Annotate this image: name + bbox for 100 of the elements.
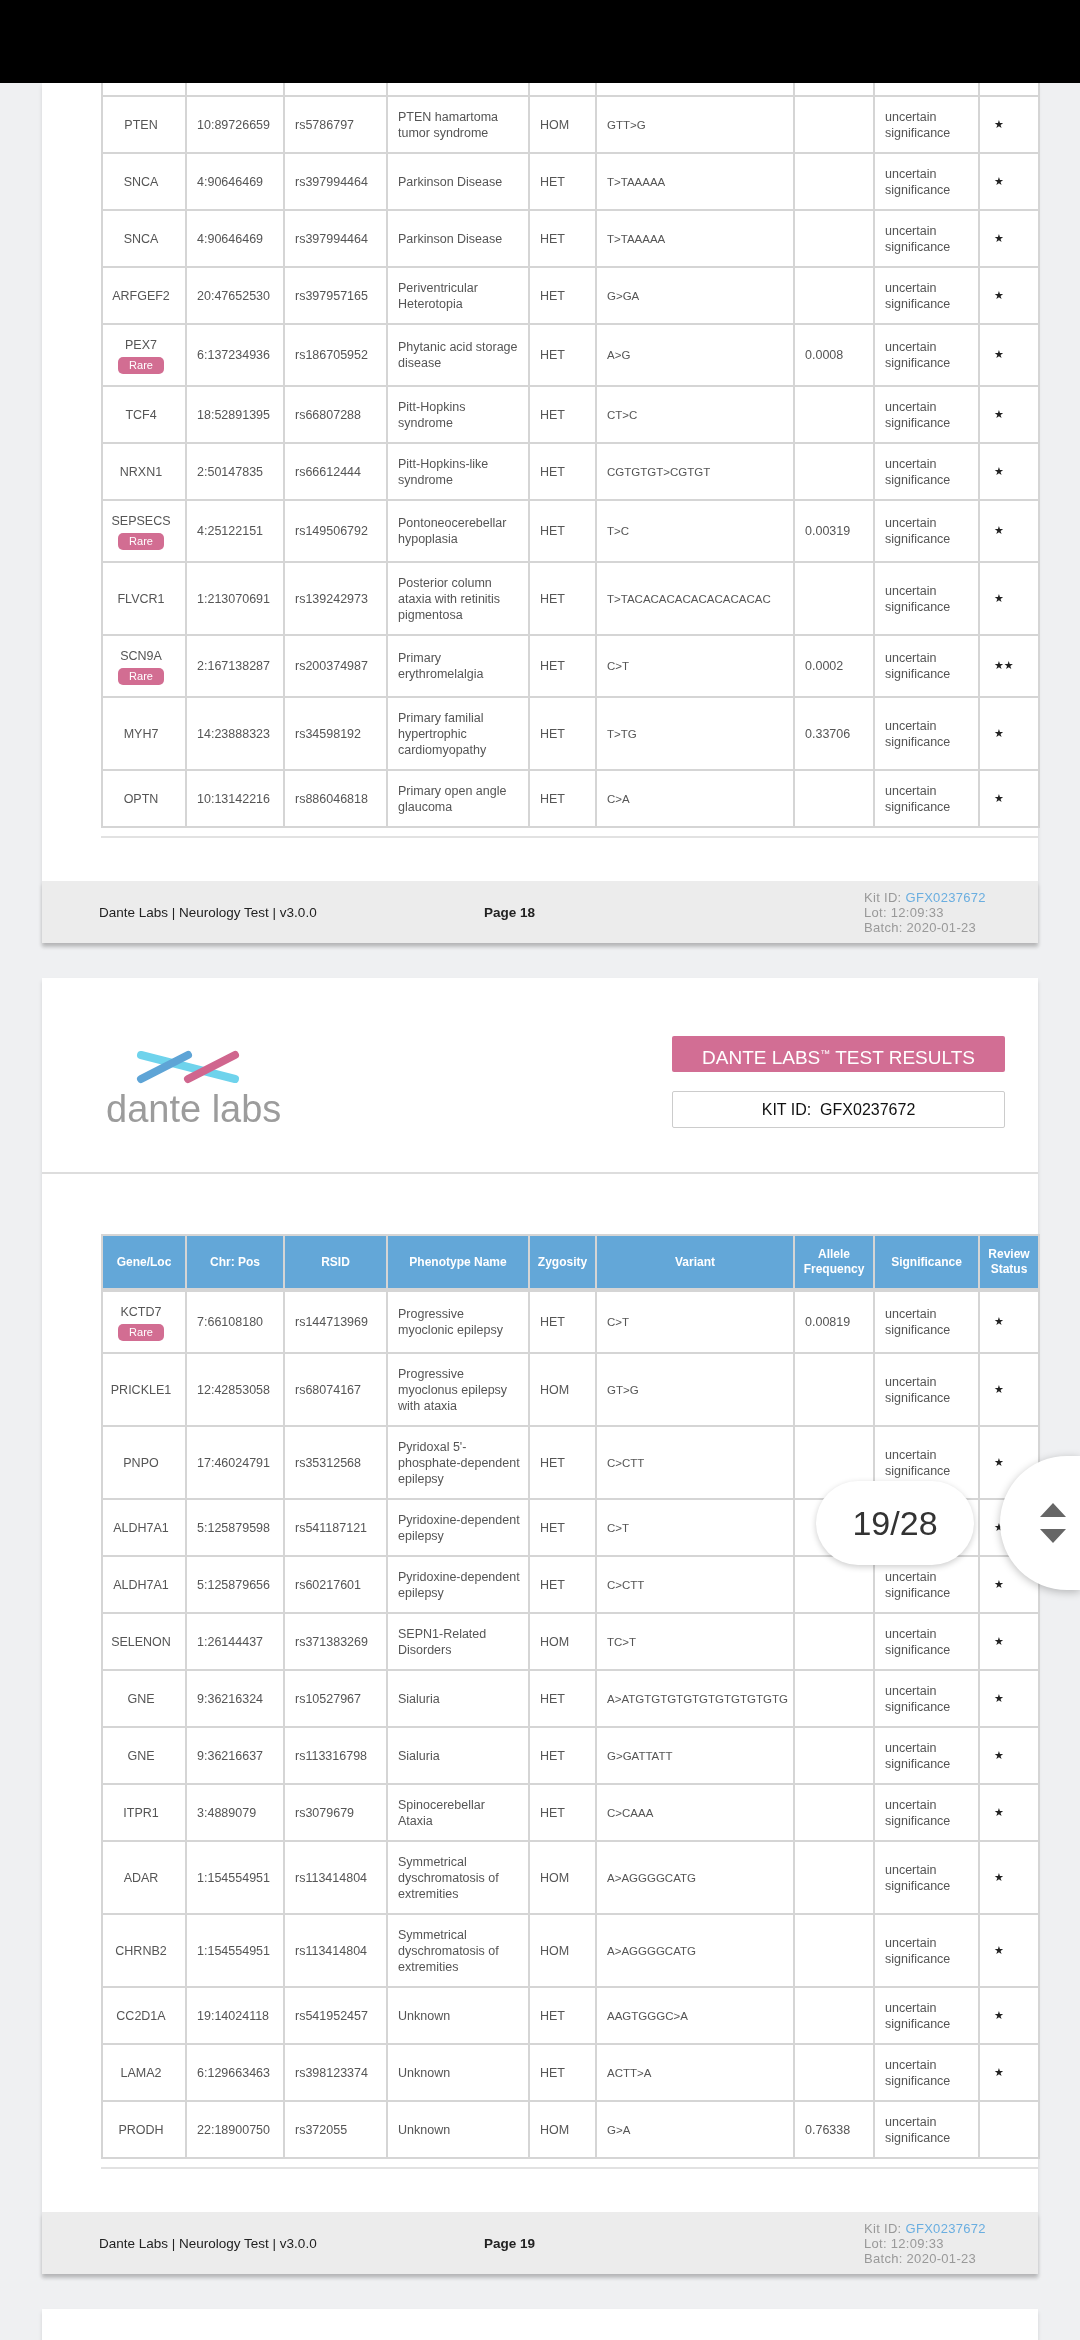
table-cell: 5:125879656 [186,1556,284,1613]
table-cell: uncertain significance [874,500,979,562]
table-cell: ★ [979,1987,1039,2044]
table-cell: Phytanic acid storage disease [387,324,529,386]
table-cell: ★ [979,153,1039,210]
table-cell: HET [529,267,596,324]
table-cell: rs371383269 [284,1613,387,1670]
table-cell: ★ [979,324,1039,386]
table-cell: HET [529,1987,596,2044]
table-cell: GT>G [596,1353,794,1426]
table-cell: T>TACACACACACACACACAC [596,562,794,635]
table-cell: ★ [979,1727,1039,1784]
table-cell: ★ [979,1353,1039,1426]
table-cell: ACTT>A [596,2044,794,2101]
gene-name: ARFGEF2 [112,287,170,304]
gene-name: ALDH7A1 [113,1576,169,1593]
table-cell: ★ [979,562,1039,635]
table-cell: uncertain significance [874,770,979,827]
table-cell: 19:14024118 [186,1987,284,2044]
table-cell: HOM [529,1353,596,1426]
table-cell: uncertain significance [874,443,979,500]
table-cell: HET [529,1727,596,1784]
table-cell: 10:89726659 [186,96,284,153]
table-cell: rs34598192 [284,697,387,770]
gene-name: ALDH7A1 [113,1519,169,1536]
table-cell: rs68074167 [284,1353,387,1426]
table-cell: uncertain significance [874,1784,979,1841]
table-cell: Unknown [387,1987,529,2044]
gene-name: SNCA [123,173,159,190]
table-cell: ★ [979,697,1039,770]
table-cell: rs60217601 [284,1556,387,1613]
table-cell: uncertain significance [874,1613,979,1670]
table-cell: rs372055 [284,2101,387,2158]
table-cell: uncertain significance [874,153,979,210]
table-cell: Parkinson Disease [387,153,529,210]
table-cell: rs397957165 [284,267,387,324]
rare-badge: Rare [118,532,164,550]
kit-id-link[interactable]: GFX0237672 [905,2220,986,2236]
table-cell: rs144713969 [284,1290,387,1353]
table-cell: ★ [979,96,1039,153]
table-cell: 3:4889079 [186,1784,284,1841]
table-cell: ★ [979,2044,1039,2101]
table-cell: G>A [596,2101,794,2158]
table-cell: HOM [529,1613,596,1670]
table-cell: ★ [979,443,1039,500]
kit-id-box: KIT ID: GFX0237672 [672,1091,1005,1128]
table-cell: 5:125879598 [186,1499,284,1556]
table-cell: HET [529,1556,596,1613]
table-cell: ★ [979,500,1039,562]
table-cell: 4:25122151 [186,500,284,562]
page-indicator: 19/28 [816,1481,974,1565]
table-cell: CGTGTGT>CGTGT [596,443,794,500]
table-cell: uncertain significance [874,2044,979,2101]
table-cell: 1:26144437 [186,1613,284,1670]
table-cell: 12:42853058 [186,1353,284,1426]
table-cell: Symmetrical dyschromatosis of extremities [387,1914,529,1987]
table-cell: C>T [596,1499,794,1556]
table-cell: HET [529,1499,596,1556]
table-cell: 18:52891395 [186,386,284,443]
table-cell: C>CTT [596,1426,794,1499]
table-cell: rs113414804 [284,1914,387,1987]
table-cell: rs541187121 [284,1499,387,1556]
table-cell: ★ [979,386,1039,443]
kit-label: Kit ID: [864,2220,902,2236]
table-cell: 6:129663463 [186,2044,284,2101]
table-cell: Parkinson Disease [387,210,529,267]
table-cell: HET [529,1670,596,1727]
table-cell: ★ [979,770,1039,827]
table-cell: TC>T [596,1613,794,1670]
table-cell: Pyridoxal 5'-phosphate-dependent epilepsy [387,1426,529,1499]
gene-name: SEPSECS [111,512,171,529]
table-cell: rs3079679 [284,1784,387,1841]
table-cell: AAGTGGGC>A [596,1987,794,2044]
table-cell: 1:213070691 [186,562,284,635]
table-cell: uncertain significance [874,1670,979,1727]
gene-name: LAMA2 [120,2064,162,2081]
table-cell: HET [529,562,596,635]
table-cell: A>AGGGGCATG [596,1914,794,1987]
table-cell: Unknown [387,2044,529,2101]
table-cell: uncertain significance [874,324,979,386]
table-cell: HET [529,770,596,827]
table-cell: 9:36216637 [186,1727,284,1784]
gene-name: PTEN [124,116,158,133]
table-cell: HET [529,210,596,267]
table-cell: Primary familial hypertrophic cardiomyopathy [387,697,529,770]
table-cell: rs5786797 [284,96,387,153]
table-cell: HOM [529,96,596,153]
table-cell: HET [529,443,596,500]
gene-name: SNCA [123,230,159,247]
kit-id-link[interactable]: GFX0237672 [905,889,986,905]
table-cell: 6:137234936 [186,324,284,386]
gene-name: PRODH [118,2121,164,2138]
table-cell: Progressive myoclonus epilepsy with ataxia [387,1353,529,1426]
table-cell: HET [529,324,596,386]
table-cell: uncertain significance [874,562,979,635]
table-cell: 1:154554951 [186,1841,284,1914]
table-cell: rs139242973 [284,562,387,635]
table-cell: C>T [596,635,794,697]
table-cell: Pontoneocerebellar hypoplasia [387,500,529,562]
table-cell: Spinocerebellar Ataxia [387,1784,529,1841]
